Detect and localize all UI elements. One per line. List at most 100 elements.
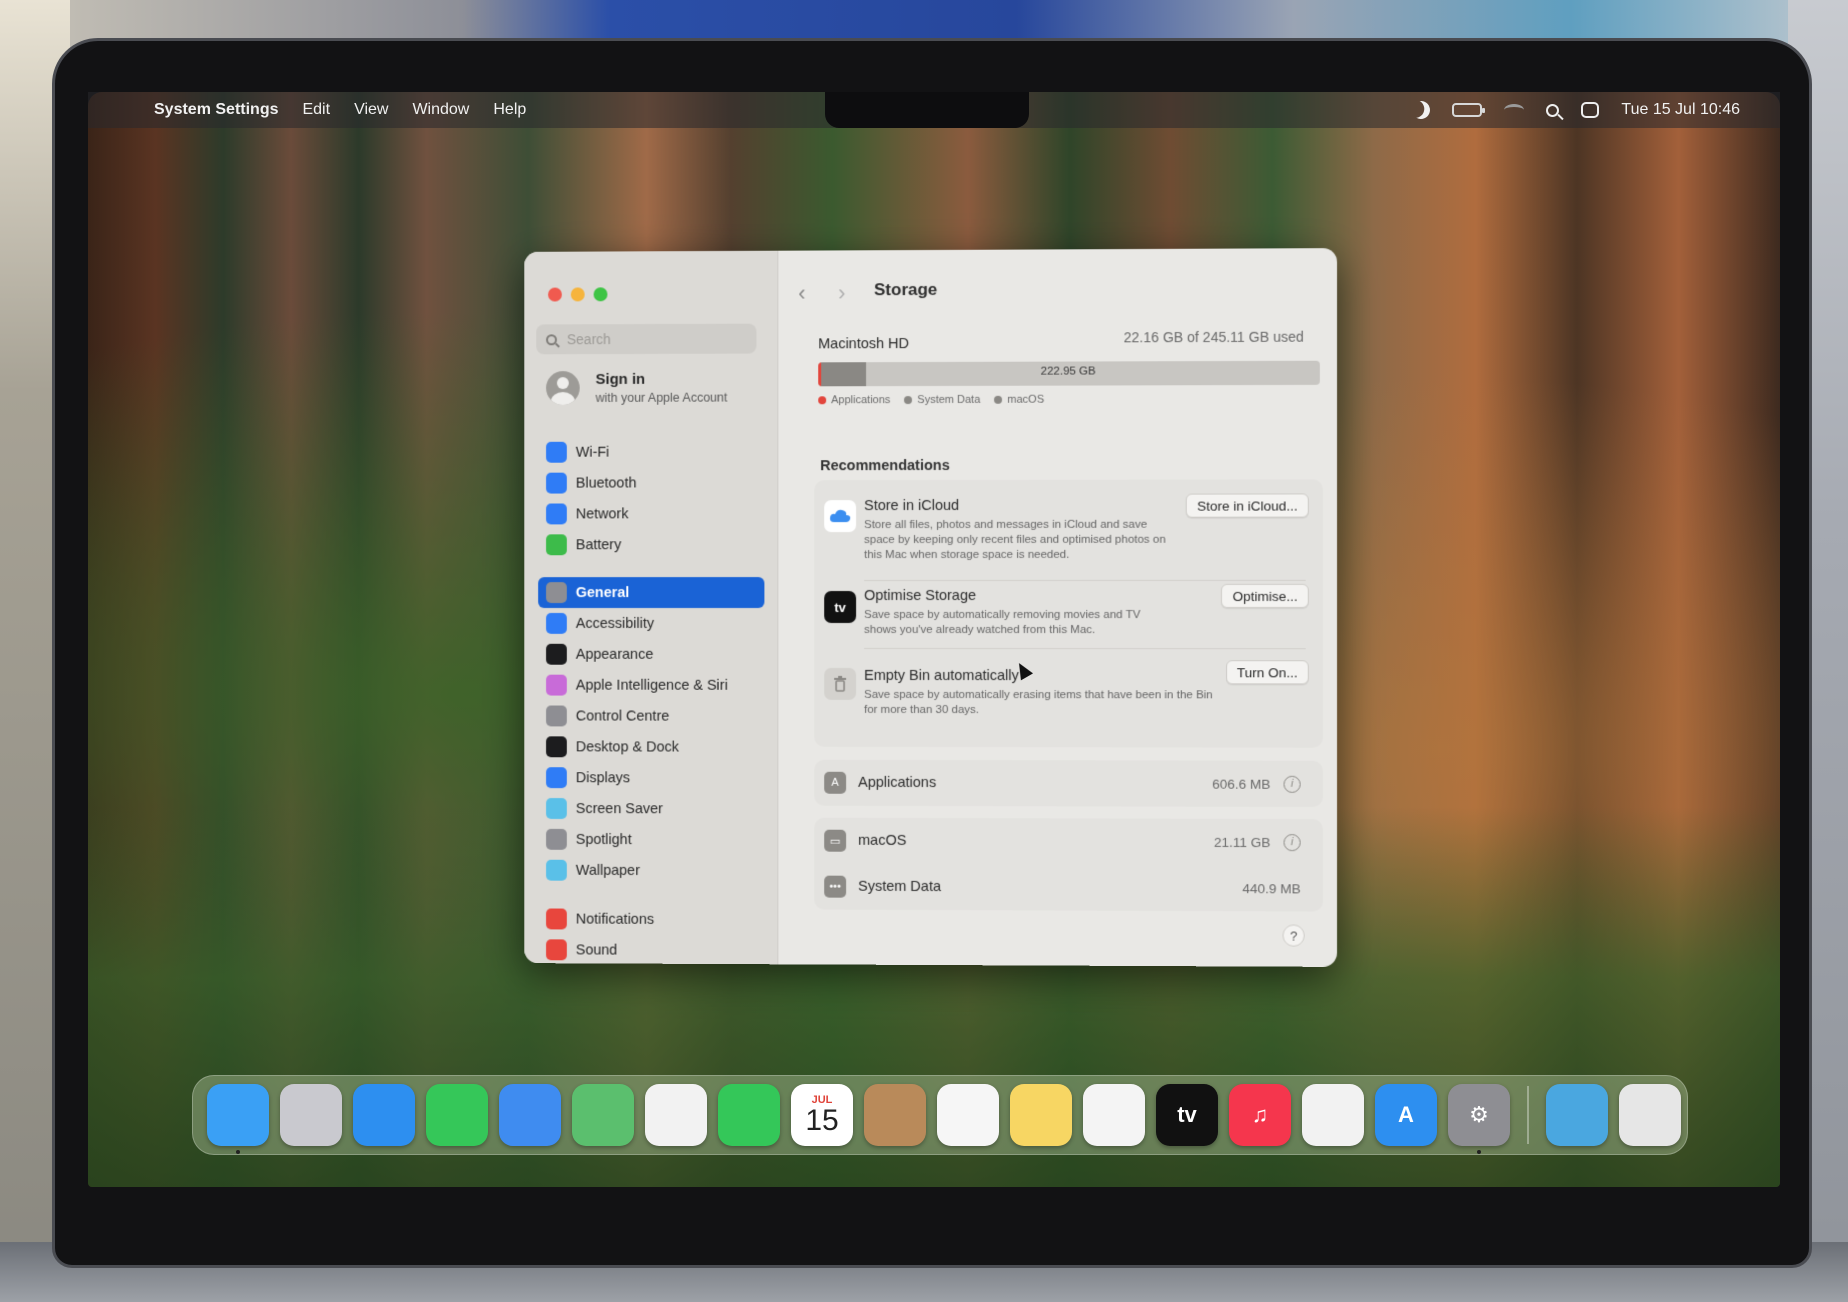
safari-icon[interactable] bbox=[353, 1084, 415, 1146]
legend-dot bbox=[818, 396, 827, 405]
menu-app-name[interactable]: System Settings bbox=[154, 101, 278, 119]
turn-on-button[interactable]: Turn On... bbox=[1225, 660, 1309, 685]
divider bbox=[864, 579, 1306, 582]
accessibility-icon bbox=[546, 612, 567, 634]
category-applications[interactable]: A Applications 606.6 MB i bbox=[814, 759, 1323, 808]
focus-moon-icon[interactable] bbox=[1410, 98, 1433, 121]
legend-dot bbox=[994, 395, 1003, 404]
sidebar-item-sound[interactable]: Sound bbox=[538, 934, 764, 966]
optimise-button[interactable]: Optimise... bbox=[1221, 583, 1309, 609]
menu-edit[interactable]: Edit bbox=[302, 101, 330, 119]
search-icon bbox=[546, 828, 567, 850]
music-icon[interactable]: ♫ bbox=[1229, 1084, 1291, 1146]
sidebar-item-notifications[interactable]: Notifications bbox=[538, 903, 764, 935]
control-centre-icon[interactable] bbox=[1581, 102, 1600, 118]
store-in-icloud-button[interactable]: Store in iCloud... bbox=[1185, 493, 1309, 518]
camera-notch bbox=[825, 92, 1029, 128]
forward-chevron-icon[interactable]: › bbox=[838, 280, 845, 306]
sidebar-item-apple-intelligence-siri[interactable]: Apple Intelligence & Siri bbox=[538, 670, 764, 701]
sidebar-item-screen-saver[interactable]: Screen Saver bbox=[538, 793, 764, 824]
trash-icon[interactable] bbox=[1619, 1084, 1681, 1146]
menu-window[interactable]: Window bbox=[412, 101, 469, 119]
dock-app-glyph: tv bbox=[1177, 1102, 1197, 1127]
sidebar-item-wi-fi[interactable]: Wi-Fi bbox=[538, 436, 764, 467]
category-macos[interactable]: ▭ macOS 21.11 GB i bbox=[814, 818, 1323, 866]
running-indicator bbox=[1477, 1150, 1481, 1154]
sidebar-search[interactable] bbox=[536, 323, 757, 355]
sidebar-group-notifications: Notifications Sound bbox=[538, 903, 764, 966]
app-store-icon[interactable]: A bbox=[1375, 1084, 1437, 1146]
sidebar-item-label: Wi-Fi bbox=[575, 444, 610, 461]
search-input[interactable] bbox=[566, 330, 736, 348]
flower-icon bbox=[546, 859, 567, 881]
battery-icon[interactable] bbox=[1452, 103, 1486, 117]
sidebar-item-desktop-dock[interactable]: Desktop & Dock bbox=[538, 731, 764, 762]
clock[interactable]: Tue 15 Jul 10:46 bbox=[1621, 101, 1740, 119]
storage-bar[interactable]: 222.95 GB bbox=[818, 360, 1320, 387]
rec-description: Save space by automatically erasing item… bbox=[864, 688, 1213, 717]
finder-icon[interactable] bbox=[207, 1084, 269, 1154]
sidebar-item-label: Sound bbox=[575, 941, 618, 959]
rec-description: Save space by automatically removing mov… bbox=[864, 608, 1141, 637]
category-system-data[interactable]: ••• System Data 440.9 MB bbox=[814, 864, 1323, 912]
sidebar-item-spotlight[interactable]: Spotlight bbox=[538, 824, 764, 856]
menu-help[interactable]: Help bbox=[493, 101, 526, 119]
zoom-button[interactable] bbox=[593, 287, 608, 302]
photos-icon[interactable] bbox=[645, 1084, 707, 1146]
menu-view[interactable]: View bbox=[354, 101, 388, 119]
notes-icon[interactable] bbox=[1010, 1084, 1072, 1146]
messages-icon[interactable] bbox=[426, 1084, 488, 1146]
spotlight-search-icon[interactable] bbox=[1546, 103, 1560, 117]
close-button[interactable] bbox=[548, 287, 562, 302]
wifi-icon[interactable] bbox=[1504, 104, 1525, 116]
dock-icon bbox=[546, 736, 567, 758]
category-name: Applications bbox=[858, 774, 937, 792]
sidebar-item-label: Network bbox=[575, 505, 629, 522]
sidebar-item-wallpaper[interactable]: Wallpaper bbox=[538, 855, 764, 887]
sidebar-item-control-centre[interactable]: Control Centre bbox=[538, 701, 764, 732]
ellipsis-icon: ••• bbox=[824, 875, 847, 898]
info-icon[interactable]: i bbox=[1283, 775, 1301, 793]
legend-item: System Data bbox=[904, 394, 980, 406]
launchpad-icon[interactable] bbox=[280, 1084, 342, 1146]
sidebar-item-bluetooth[interactable]: Bluetooth bbox=[538, 467, 764, 498]
minimize-button[interactable] bbox=[570, 287, 585, 302]
bin-icon bbox=[824, 667, 857, 700]
appearance-icon bbox=[546, 643, 567, 665]
info-icon[interactable]: i bbox=[1283, 833, 1301, 851]
sidebar-item-battery[interactable]: Battery bbox=[538, 529, 764, 560]
divider bbox=[864, 647, 1306, 650]
help-button[interactable]: ? bbox=[1282, 924, 1305, 947]
category-size: 21.11 GB bbox=[1213, 834, 1271, 850]
system-settings-icon[interactable]: ⚙ bbox=[1448, 1084, 1510, 1154]
contacts-icon[interactable] bbox=[864, 1084, 926, 1146]
speaker-icon bbox=[546, 939, 567, 961]
legend-label: Applications bbox=[831, 394, 891, 407]
downloads-folder-icon[interactable] bbox=[1546, 1084, 1608, 1146]
control-centre-icon bbox=[546, 705, 567, 727]
calendar-day: 15 bbox=[805, 1104, 839, 1137]
storage-legend: Applications System Data macOS bbox=[818, 394, 1044, 407]
sidebar-item-general[interactable]: General bbox=[538, 577, 765, 608]
reminders-icon[interactable] bbox=[937, 1084, 999, 1146]
wifi-icon bbox=[546, 441, 567, 463]
sidebar-item-network[interactable]: Network bbox=[538, 498, 764, 529]
page-title: Storage bbox=[874, 279, 938, 300]
back-chevron-icon[interactable]: ‹ bbox=[798, 281, 805, 307]
bluetooth-icon bbox=[546, 472, 567, 494]
apple-account-signin[interactable]: Sign in with your Apple Account bbox=[546, 371, 727, 406]
tv-icon[interactable]: tv bbox=[1156, 1084, 1218, 1146]
maps-icon[interactable] bbox=[572, 1084, 634, 1146]
appletv-icon: tv bbox=[824, 591, 857, 623]
facetime-icon[interactable] bbox=[718, 1084, 780, 1146]
mail-icon[interactable] bbox=[499, 1084, 561, 1146]
rec-title: Optimise Storage bbox=[864, 587, 977, 605]
menu-extras: Tue 15 Jul 10:46 bbox=[1412, 92, 1740, 128]
sidebar-item-displays[interactable]: Displays bbox=[538, 762, 764, 793]
dock-app-glyph: A bbox=[1398, 1102, 1414, 1127]
freeform-icon[interactable] bbox=[1083, 1084, 1145, 1146]
sidebar-item-appearance[interactable]: Appearance bbox=[538, 639, 764, 670]
sidebar-item-accessibility[interactable]: Accessibility bbox=[538, 608, 764, 639]
news-icon[interactable] bbox=[1302, 1084, 1364, 1146]
calendar-icon[interactable]: JUL 15 bbox=[791, 1084, 853, 1146]
